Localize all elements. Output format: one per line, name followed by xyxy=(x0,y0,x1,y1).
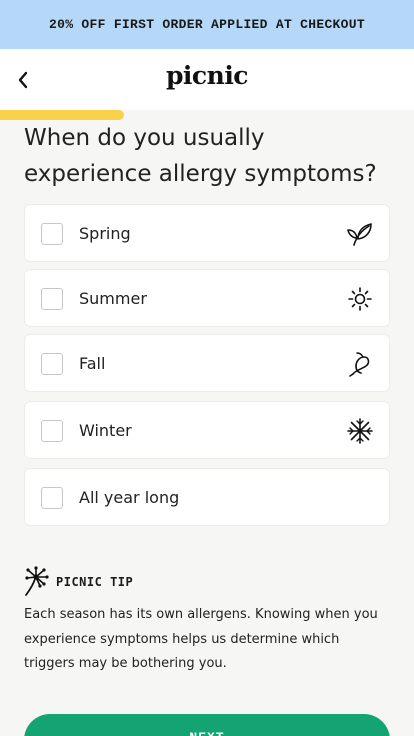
tip-header: PICNIC TIP xyxy=(24,565,384,597)
tip-title: PICNIC TIP xyxy=(56,575,134,589)
leaf-icon xyxy=(347,223,372,246)
falling-leaf-icon xyxy=(349,352,370,377)
option-all-year-long[interactable]: All year long xyxy=(24,468,390,526)
checkbox[interactable] xyxy=(41,487,63,509)
option-fall[interactable]: Fall xyxy=(24,334,390,392)
dandelion-icon xyxy=(25,566,49,596)
sun-icon xyxy=(348,287,372,311)
question-title: When do you usually experience allergy s… xyxy=(24,125,377,187)
promo-text: 20% OFF FIRST ORDER APPLIED AT CHECKOUT xyxy=(49,17,365,32)
picnic-logo: picnic xyxy=(165,61,249,90)
option-spring[interactable]: Spring xyxy=(24,204,390,262)
checkbox[interactable] xyxy=(41,223,63,245)
checkbox[interactable] xyxy=(41,288,63,310)
checkbox[interactable] xyxy=(41,353,63,375)
header: picnic xyxy=(0,49,414,110)
option-winter[interactable]: Winter xyxy=(24,401,390,459)
option-label: Summer xyxy=(79,289,147,308)
option-label: Fall xyxy=(79,354,106,373)
next-button[interactable]: NEXT xyxy=(24,714,390,736)
progress-bar xyxy=(0,110,414,120)
promo-banner: 20% OFF FIRST ORDER APPLIED AT CHECKOUT xyxy=(0,0,414,49)
option-label: All year long xyxy=(79,488,180,507)
option-label: Winter xyxy=(79,421,132,440)
option-label: Spring xyxy=(79,224,131,243)
option-summer[interactable]: Summer xyxy=(24,269,390,327)
snowflake-icon xyxy=(347,418,373,444)
checkbox[interactable] xyxy=(41,420,63,442)
progress-fill xyxy=(0,110,125,120)
tip-text: Each season has its own allergens. Knowi… xyxy=(24,607,378,671)
